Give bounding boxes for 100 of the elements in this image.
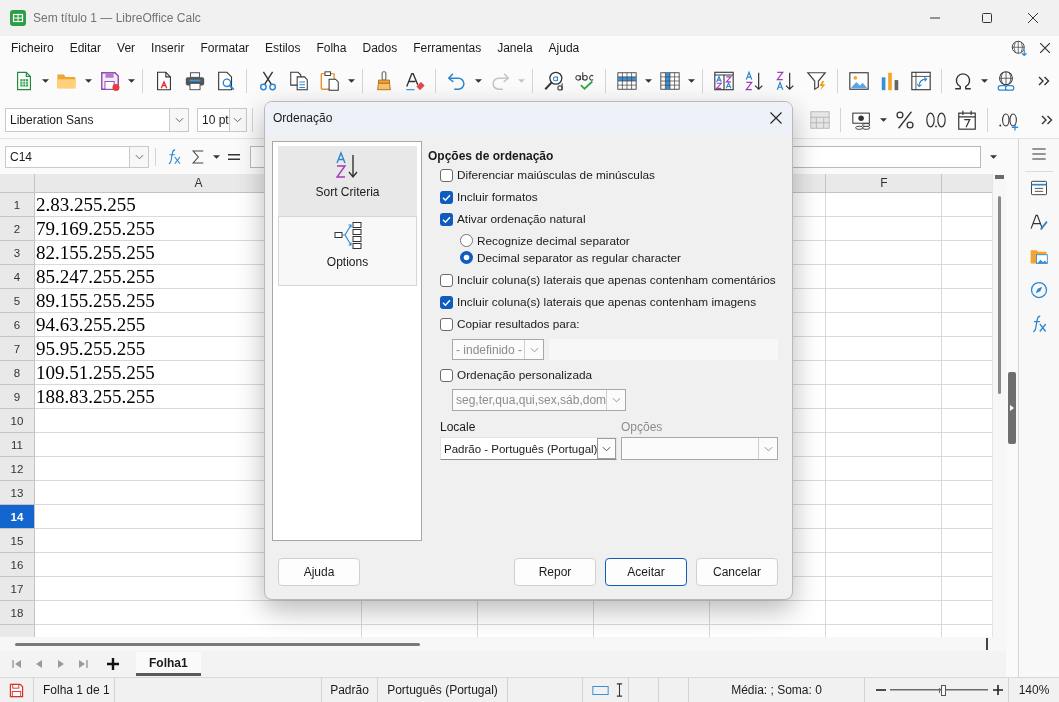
row-header[interactable]: 2 <box>0 217 35 241</box>
caret-icon[interactable] <box>687 79 695 83</box>
menu-item[interactable]: Estilos <box>257 38 309 58</box>
row-header[interactable]: 6 <box>0 313 35 337</box>
checkbox[interactable] <box>440 190 453 204</box>
selection-mode-icon[interactable] <box>592 685 609 695</box>
menu-item[interactable]: Ajuda <box>540 38 588 58</box>
plus-icon[interactable] <box>107 658 119 670</box>
sheet-tab[interactable]: Folha1 <box>136 652 201 676</box>
zoom-level-text[interactable]: 140% <box>1018 683 1050 697</box>
close-icon[interactable] <box>770 112 782 124</box>
row-header[interactable]: 10 <box>0 409 35 433</box>
row-header[interactable]: 1 <box>0 193 35 217</box>
row-header[interactable]: 9 <box>0 385 35 409</box>
menu-item[interactable]: Formatar <box>192 38 258 58</box>
compass-icon[interactable] <box>1029 280 1049 300</box>
menu-item[interactable]: Editar <box>61 38 110 58</box>
sidebar-collapse-handle[interactable] <box>1008 372 1016 444</box>
column-header[interactable]: F <box>880 176 888 190</box>
dropdown[interactable]: Padrão - Português (Portugal) <box>440 437 617 460</box>
menu-item[interactable]: Ficheiro <box>3 38 62 58</box>
caret-icon[interactable] <box>84 79 92 83</box>
number-format-icon[interactable] <box>924 109 947 131</box>
image-icon[interactable] <box>847 70 870 92</box>
caret-icon[interactable] <box>127 79 135 83</box>
properties-icon[interactable] <box>1029 178 1049 198</box>
radio-button[interactable] <box>460 234 473 247</box>
calendar-icon[interactable] <box>955 109 978 131</box>
first-sheet-icon[interactable] <box>12 659 22 669</box>
reset-button[interactable]: Repor <box>514 558 596 586</box>
language-text[interactable]: Português (Portugal) <box>387 683 498 697</box>
checkbox[interactable] <box>440 273 453 287</box>
scrollbar-thumb[interactable] <box>998 196 1001 394</box>
row-header[interactable]: 18 <box>0 601 35 625</box>
name-box[interactable]: C14 <box>5 145 149 168</box>
table-row-icon[interactable] <box>615 70 638 92</box>
menu-item[interactable]: Inserir <box>143 38 193 58</box>
text-cursor-icon[interactable] <box>616 683 623 697</box>
column-header[interactable]: A <box>194 176 203 190</box>
sort-icon[interactable] <box>712 70 735 92</box>
menu-item[interactable]: Folha <box>308 38 355 58</box>
cancel-button[interactable]: Cancelar <box>696 558 778 586</box>
checkbox[interactable] <box>440 168 453 182</box>
row-header[interactable]: 8 <box>0 361 35 385</box>
row-header[interactable]: 14 <box>0 505 35 529</box>
more-chevrons-icon[interactable] <box>1037 74 1051 88</box>
row-header[interactable]: 15 <box>0 529 35 553</box>
row-header[interactable]: 12 <box>0 457 35 481</box>
row-header[interactable]: 13 <box>0 481 35 505</box>
currency-icon[interactable] <box>850 109 873 131</box>
row-header[interactable]: 4 <box>0 265 35 289</box>
font-size-field[interactable]: 10 pt <box>197 108 247 132</box>
row-header[interactable]: 17 <box>0 577 35 601</box>
clear-formatting-icon[interactable] <box>403 70 426 92</box>
percent-icon[interactable] <box>893 109 916 131</box>
scrollbar-thumb[interactable] <box>15 642 420 646</box>
pivot-table-icon[interactable] <box>909 70 932 92</box>
next-sheet-icon[interactable] <box>56 659 66 669</box>
caret-icon[interactable] <box>644 79 652 83</box>
page-tab[interactable]: Options <box>278 216 417 286</box>
row-header[interactable]: 7 <box>0 337 35 361</box>
accept-button[interactable]: Aceitar <box>605 558 687 586</box>
row-header[interactable]: 16 <box>0 553 35 577</box>
caret-icon[interactable] <box>41 79 49 83</box>
checkbox[interactable] <box>440 368 453 382</box>
copy-icon[interactable] <box>287 70 310 92</box>
radio-button[interactable] <box>460 251 473 264</box>
slider-thumb[interactable] <box>940 684 946 696</box>
page-tab[interactable]: Sort Criteria <box>278 146 417 216</box>
maximize-icon[interactable] <box>982 13 992 23</box>
styles-icon[interactable] <box>1029 212 1049 232</box>
menu-item[interactable]: Dados <box>354 38 406 58</box>
row-header[interactable]: 11 <box>0 433 35 457</box>
more-chevrons-icon[interactable] <box>1040 113 1054 127</box>
caret-icon[interactable] <box>980 79 988 83</box>
clipboard-icon[interactable] <box>318 70 341 92</box>
help-button[interactable]: Ajuda <box>278 558 360 586</box>
splitter-handle[interactable] <box>986 638 988 650</box>
row-header[interactable]: 3 <box>0 241 35 265</box>
checkbox[interactable] <box>440 212 453 226</box>
caret-icon[interactable] <box>990 154 997 159</box>
find-replace-icon[interactable] <box>542 70 565 92</box>
caret-icon[interactable] <box>347 79 355 83</box>
printer-icon[interactable] <box>183 70 206 92</box>
filter-icon[interactable] <box>805 70 828 92</box>
menu-item[interactable]: Ver <box>109 38 144 58</box>
zoom-in-icon[interactable] <box>993 685 1003 695</box>
menu-item[interactable]: Janela <box>489 38 541 58</box>
globe-download-icon[interactable] <box>1010 39 1028 57</box>
caret-icon[interactable] <box>212 154 220 159</box>
checkbox[interactable] <box>440 295 453 309</box>
undo-icon[interactable] <box>445 70 468 92</box>
font-name-field[interactable]: Liberation Sans <box>5 108 189 132</box>
checkbox[interactable] <box>440 317 453 331</box>
caret-icon[interactable] <box>474 79 482 83</box>
table-column-icon[interactable] <box>658 70 681 92</box>
page-style-text[interactable]: Padrão <box>330 683 369 697</box>
menu-item[interactable]: Ferramentas <box>405 38 490 58</box>
splitter-handle[interactable] <box>995 175 1004 179</box>
spellcheck-icon[interactable] <box>573 70 596 92</box>
